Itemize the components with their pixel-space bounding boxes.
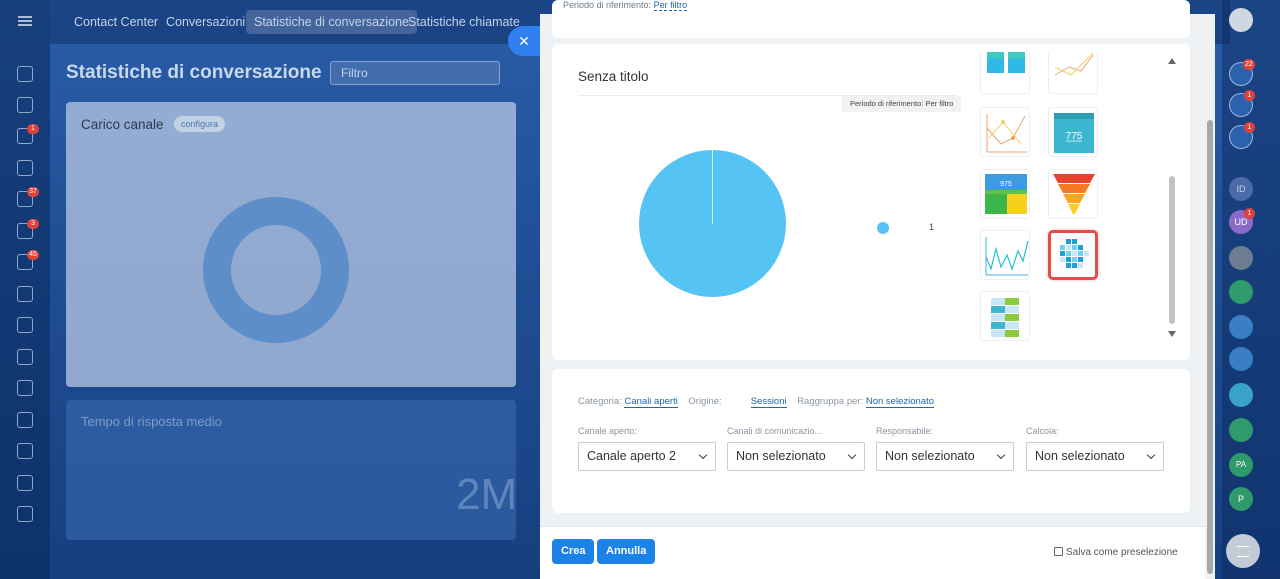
card-title: Carico canale bbox=[81, 117, 164, 132]
canale-aperto-select[interactable]: Canale aperto 2 bbox=[578, 442, 716, 471]
crm-badge: 45 bbox=[27, 250, 39, 260]
slider-scrollbar[interactable] bbox=[1205, 14, 1215, 579]
widget-preview-panel: Senza titolo Periodo di riferimento: Per… bbox=[552, 44, 1190, 360]
group-avatar-icon[interactable] bbox=[1229, 347, 1253, 371]
contact-avatar-photo[interactable] bbox=[1229, 246, 1253, 270]
chevron-down-icon bbox=[698, 450, 708, 460]
chart-type-heatmap[interactable] bbox=[1048, 230, 1098, 280]
chart-type-line-cyan[interactable] bbox=[980, 230, 1030, 280]
select-label: Responsabile: bbox=[876, 426, 934, 436]
pie-slice-edge bbox=[712, 150, 713, 224]
slider-footer: Crea Annulla Salva come preselezione bbox=[540, 526, 1215, 579]
channel-load-card: Carico canale configura bbox=[66, 102, 516, 387]
open-chat-button[interactable] bbox=[1226, 534, 1260, 568]
tab-conversazioni[interactable]: Conversazioni bbox=[158, 10, 253, 34]
shop-icon[interactable] bbox=[17, 380, 33, 396]
origine-link[interactable]: Sessioni bbox=[750, 396, 787, 408]
user-avatar[interactable] bbox=[1229, 8, 1253, 32]
filter-summary: Categoria: Canali aperti Origine: Sessio… bbox=[578, 396, 934, 408]
legend-marker bbox=[877, 222, 889, 234]
chart-type-number-grid[interactable]: 975 bbox=[980, 169, 1030, 219]
cancel-button[interactable]: Annulla bbox=[597, 539, 656, 564]
select-label: Canali di comunicazio... bbox=[727, 426, 823, 436]
drive-icon[interactable] bbox=[17, 160, 33, 176]
card-title: Tempo di risposta medio bbox=[81, 414, 222, 429]
contact-avatar-p[interactable]: P bbox=[1229, 487, 1253, 511]
list-icon[interactable] bbox=[17, 475, 33, 491]
legend-value: 1 bbox=[929, 222, 935, 232]
database-icon[interactable] bbox=[17, 443, 33, 459]
widget-filters-panel: Categoria: Canali aperti Origine: Sessio… bbox=[552, 369, 1190, 513]
tab-statistiche-chiamate[interactable]: Statistiche chiamate bbox=[400, 10, 528, 34]
period-label: Periodo di riferimento: Per filtro bbox=[563, 0, 688, 11]
notifications-badge: 22 bbox=[1243, 59, 1255, 70]
chart-type-line-yellow[interactable] bbox=[980, 107, 1030, 157]
menu-icon[interactable] bbox=[18, 16, 32, 26]
scroll-up-arrow[interactable] bbox=[1168, 58, 1176, 64]
configure-button[interactable]: configura bbox=[174, 116, 226, 132]
period-tooltip: Periodo di riferimento: Per filtro bbox=[842, 96, 962, 112]
scroll-down-arrow[interactable] bbox=[1168, 331, 1176, 337]
response-time-card: Tempo di risposta medio 2M bbox=[66, 400, 518, 540]
select-label: Calcola: bbox=[1026, 426, 1059, 436]
save-preset-checkbox[interactable] bbox=[1054, 547, 1063, 556]
raggruppa-link[interactable]: Non selezionato bbox=[865, 396, 934, 408]
tile-775-value: 775 bbox=[1066, 131, 1083, 142]
group-chat-icon[interactable] bbox=[1229, 280, 1253, 304]
contact-badge: 1 bbox=[1244, 208, 1255, 219]
feed-icon[interactable] bbox=[17, 97, 33, 113]
widget-editor-slider: Periodo di riferimento: Per filtro Senza… bbox=[540, 0, 1215, 579]
tasks-badge: 37 bbox=[27, 187, 39, 197]
group-avatar-icon[interactable] bbox=[1229, 418, 1253, 442]
activity-badge: 1 bbox=[1244, 90, 1255, 101]
filter-input[interactable]: Filtro bbox=[330, 61, 500, 85]
chart-type-number[interactable]: 775 bbox=[1048, 107, 1098, 157]
slider-scrollbar-thumb[interactable] bbox=[1207, 120, 1213, 574]
save-preset-option[interactable]: Salva come preselezione bbox=[1054, 547, 1178, 558]
sites-icon[interactable] bbox=[17, 286, 33, 302]
chart-type-number-blocks[interactable] bbox=[980, 52, 1030, 94]
period-panel: Periodo di riferimento: Per filtro bbox=[552, 0, 1190, 38]
chart-type-line-orange[interactable] bbox=[1048, 52, 1098, 94]
chart-type-bar-grid[interactable] bbox=[980, 291, 1030, 341]
chat-bubble-icon[interactable] bbox=[1229, 383, 1253, 407]
calendar-icon[interactable] bbox=[17, 317, 33, 333]
edit-icon[interactable] bbox=[17, 506, 33, 522]
chart-type-list: 775 975 bbox=[980, 52, 1172, 352]
card-value: 2M bbox=[456, 470, 518, 519]
page-title: Statistiche di conversazione bbox=[66, 62, 322, 83]
chart-type-funnel[interactable] bbox=[1048, 169, 1098, 219]
contacts-icon[interactable] bbox=[17, 412, 33, 428]
widget-title[interactable]: Senza titolo bbox=[578, 69, 649, 84]
canali-comunicazione-select[interactable]: Non selezionato bbox=[727, 442, 865, 471]
tab-contact-center[interactable]: Contact Center bbox=[66, 10, 166, 34]
close-icon[interactable]: ✕ bbox=[508, 26, 540, 56]
calcola-select[interactable]: Non selezionato bbox=[1026, 442, 1164, 471]
chevron-down-icon bbox=[996, 450, 1006, 460]
left-rail: 1 37 3 45 bbox=[0, 0, 50, 579]
create-button[interactable]: Crea bbox=[552, 539, 595, 564]
chevron-down-icon bbox=[847, 450, 857, 460]
group-avatar-icon[interactable] bbox=[1229, 315, 1253, 339]
chat-badge: 1 bbox=[27, 124, 39, 134]
categoria-link[interactable]: Canali aperti bbox=[624, 396, 678, 408]
chevron-down-icon bbox=[1146, 450, 1156, 460]
home-icon[interactable] bbox=[17, 66, 33, 82]
messages-badge: 1 bbox=[1244, 122, 1255, 133]
tab-statistiche-conversazione[interactable]: Statistiche di conversazione bbox=[246, 10, 417, 34]
contact-avatar-id[interactable]: ID bbox=[1229, 177, 1253, 201]
chart-types-scrollbar[interactable] bbox=[1169, 176, 1175, 324]
period-link[interactable]: Per filtro bbox=[653, 0, 688, 11]
donut-chart bbox=[203, 197, 349, 343]
documents-icon[interactable] bbox=[17, 349, 33, 365]
select-label: Canale aperto: bbox=[578, 426, 638, 436]
tile-975-value: 975 bbox=[1000, 181, 1012, 188]
contact-avatar-pa[interactable]: PA bbox=[1229, 453, 1253, 477]
responsabile-select[interactable]: Non selezionato bbox=[876, 442, 1014, 471]
mail-badge: 3 bbox=[27, 219, 39, 229]
